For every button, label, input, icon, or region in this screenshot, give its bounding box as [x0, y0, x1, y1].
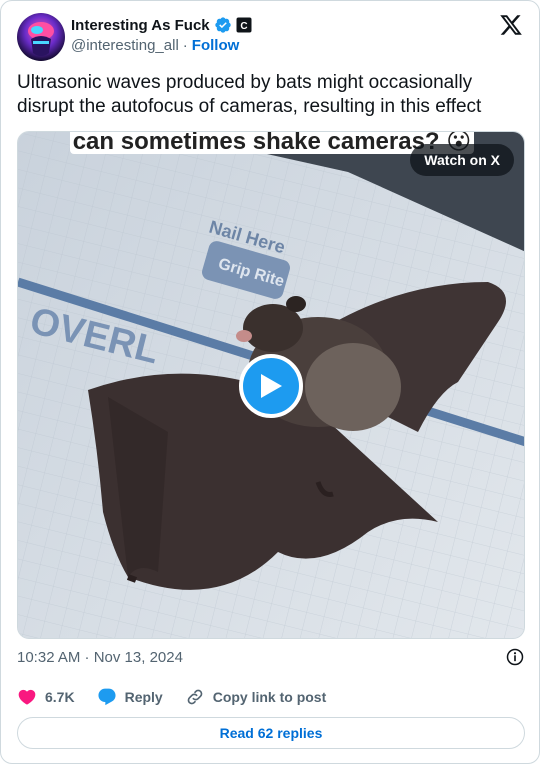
- reply-bubble-icon: [98, 688, 116, 706]
- info-icon[interactable]: [505, 647, 525, 667]
- author-display-name[interactable]: Interesting As Fuck: [71, 17, 210, 34]
- handle-separator: ·: [182, 37, 188, 54]
- post-meta-row: 10:32 AM · Nov 13, 2024: [17, 647, 525, 667]
- read-replies-button[interactable]: Read 62 replies: [17, 717, 525, 749]
- avatar-image: [17, 13, 65, 61]
- reply-label: Reply: [124, 689, 163, 705]
- link-icon: [187, 689, 203, 705]
- x-logo-icon[interactable]: [499, 13, 523, 37]
- avatar[interactable]: [17, 13, 65, 61]
- play-button[interactable]: [239, 354, 303, 418]
- verified-badge-icon: [214, 17, 231, 33]
- like-action[interactable]: 6.7K: [17, 687, 75, 707]
- author-name-row: Interesting As Fuck C: [71, 16, 252, 34]
- copy-link-action[interactable]: Copy link to post: [185, 687, 327, 707]
- follow-link[interactable]: Follow: [192, 37, 240, 54]
- embedded-post-card: Interesting As Fuck C @interesting_all ·…: [0, 0, 540, 764]
- heart-icon: [18, 689, 36, 705]
- like-count: 6.7K: [45, 689, 75, 705]
- play-icon: [261, 374, 282, 398]
- post-actions: 6.7K Reply Copy link to post: [17, 687, 348, 707]
- author-handle[interactable]: @interesting_all: [71, 37, 179, 54]
- author-handle-row: @interesting_all · Follow: [71, 37, 239, 54]
- reply-action[interactable]: Reply: [97, 687, 163, 707]
- affiliate-badge-label: C: [240, 21, 247, 32]
- tweet-text: Ultrasonic waves produced by bats might …: [17, 72, 482, 117]
- watch-on-x-button[interactable]: Watch on X: [410, 144, 514, 176]
- affiliate-badge-icon: C: [236, 17, 252, 33]
- video-media[interactable]: Nail Here Grip Rite OVERL can sometimes …: [17, 131, 525, 639]
- copy-link-label: Copy link to post: [212, 689, 327, 705]
- post-timestamp[interactable]: 10:32 AM · Nov 13, 2024: [17, 649, 183, 666]
